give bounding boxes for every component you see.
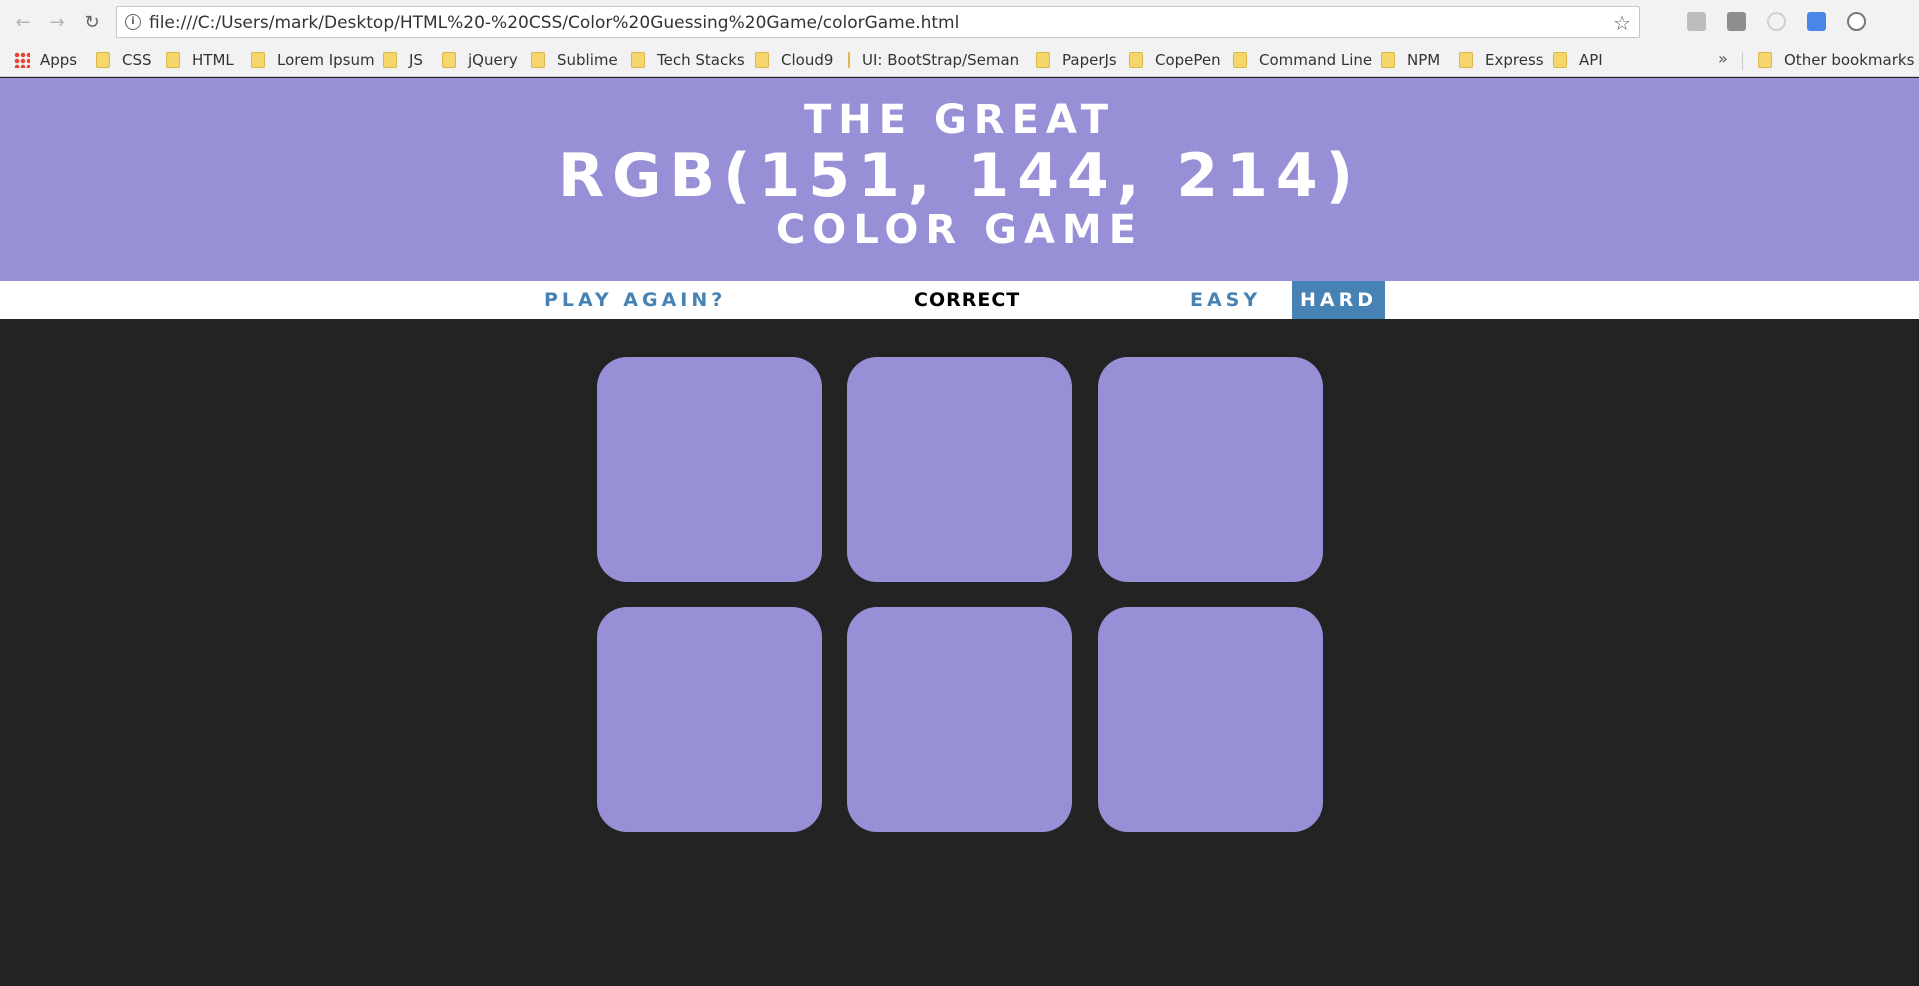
folder-icon	[1758, 52, 1772, 68]
play-again-button[interactable]: Play Again?	[544, 281, 726, 319]
bookmark-paperjs[interactable]: PaperJs	[1036, 50, 1117, 70]
bookmark-tech-stacks[interactable]: Tech Stacks	[631, 50, 745, 70]
star-icon[interactable]: ☆	[1613, 11, 1631, 35]
folder-icon	[1129, 52, 1143, 68]
extension-icon[interactable]	[1687, 12, 1706, 31]
bookmark-command-line[interactable]: Command Line	[1233, 50, 1372, 70]
apps-icon	[14, 52, 30, 68]
folder-icon	[166, 52, 180, 68]
bookmark-api[interactable]: API	[1553, 50, 1603, 70]
color-square[interactable]	[847, 357, 1072, 582]
url-text[interactable]: file:///C:/Users/mark/Desktop/HTML%20-%2…	[149, 13, 959, 33]
bookmark-other[interactable]: Other bookmarks	[1758, 50, 1914, 70]
bookmark-lorem-ipsum[interactable]: Lorem Ipsum	[251, 50, 375, 70]
folder-icon	[251, 52, 265, 68]
folder-icon	[96, 52, 110, 68]
folder-icon	[1233, 52, 1247, 68]
more-bookmarks-icon[interactable]: »	[1718, 49, 1728, 68]
back-icon[interactable]: ←	[11, 10, 35, 34]
title-top: The Great	[803, 97, 1116, 143]
color-square[interactable]	[1098, 357, 1323, 582]
bookmark-ui-bootstrap[interactable]: UI: BootStrap/Semant	[848, 50, 1018, 70]
folder-icon	[1036, 52, 1050, 68]
forward-icon[interactable]: →	[45, 10, 69, 34]
browser-toolbar: ← → ↻ i file:///C:/Users/mark/Desktop/HT…	[0, 0, 1919, 44]
color-square[interactable]	[1098, 607, 1323, 832]
color-square[interactable]	[847, 607, 1072, 832]
folder-icon	[531, 52, 545, 68]
extension-icon[interactable]	[1847, 12, 1866, 31]
bookmark-js[interactable]: JS	[383, 50, 423, 70]
hard-mode-button[interactable]: Hard	[1292, 281, 1385, 319]
bookmark-copepen[interactable]: CopePen	[1129, 50, 1221, 70]
bookmarks-bar: Apps CSS HTML Lorem Ipsum JS jQuery Subl…	[0, 44, 1919, 77]
folder-icon	[848, 52, 850, 68]
folder-icon	[1381, 52, 1395, 68]
page-content: The Great RGB(151, 144, 214) Color Game …	[0, 78, 1919, 986]
color-squares-grid	[597, 357, 1323, 845]
control-stripe: Play Again? Correct Easy Hard	[0, 281, 1919, 319]
bookmark-html[interactable]: HTML	[166, 50, 234, 70]
game-header: The Great RGB(151, 144, 214) Color Game	[0, 78, 1919, 281]
bookmark-express[interactable]: Express	[1459, 50, 1544, 70]
bookmarks-divider	[1742, 52, 1743, 70]
folder-icon	[442, 52, 456, 68]
bookmark-npm[interactable]: NPM	[1381, 50, 1440, 70]
easy-mode-button[interactable]: Easy	[1190, 281, 1261, 319]
bookmark-css[interactable]: CSS	[96, 50, 152, 70]
title-bottom: Color Game	[775, 207, 1144, 253]
rgb-display: RGB(151, 144, 214)	[557, 141, 1362, 211]
extension-icon[interactable]	[1727, 12, 1746, 31]
color-square[interactable]	[597, 357, 822, 582]
folder-icon	[631, 52, 645, 68]
reload-icon[interactable]: ↻	[80, 10, 104, 34]
info-icon[interactable]: i	[125, 14, 141, 30]
address-bar[interactable]: i file:///C:/Users/mark/Desktop/HTML%20-…	[116, 6, 1640, 38]
color-square[interactable]	[597, 607, 822, 832]
bookmark-apps[interactable]: Apps	[14, 50, 77, 70]
bookmark-cloud9[interactable]: Cloud9	[755, 50, 833, 70]
folder-icon	[1553, 52, 1567, 68]
folder-icon	[1459, 52, 1473, 68]
folder-icon	[755, 52, 769, 68]
extension-icon[interactable]	[1807, 12, 1826, 31]
folder-icon	[383, 52, 397, 68]
bookmark-sublime[interactable]: Sublime	[531, 50, 618, 70]
bookmark-jquery[interactable]: jQuery	[442, 50, 518, 70]
status-message: Correct	[914, 289, 1021, 311]
extension-icon[interactable]	[1767, 12, 1786, 31]
